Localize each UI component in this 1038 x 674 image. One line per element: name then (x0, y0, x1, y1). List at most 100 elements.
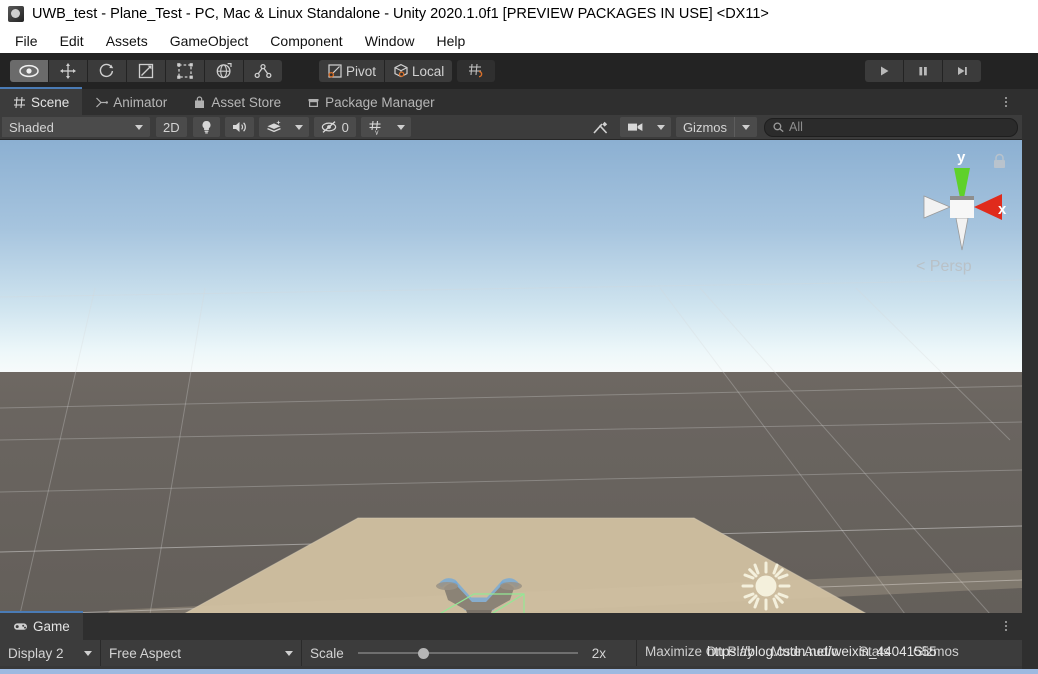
transform-globe-icon (216, 63, 232, 79)
scene-search-placeholder: All (789, 120, 803, 134)
animator-icon (96, 97, 109, 107)
window-title: UWB_test - Plane_Test - PC, Mac & Linux … (32, 6, 769, 22)
play-button[interactable] (865, 60, 903, 82)
transform-tools-group (10, 60, 283, 82)
rotate-tool-button[interactable] (88, 60, 126, 82)
handle-toggle-button[interactable]: Local (385, 60, 453, 82)
gizmos-label: Gizmos (682, 119, 727, 135)
menu-component[interactable]: Component (262, 30, 350, 52)
rect-tool-button[interactable] (166, 60, 204, 82)
grid-snap-button[interactable] (457, 60, 496, 82)
tab-animator[interactable]: Animator (82, 89, 180, 115)
unity-app-icon (8, 6, 24, 22)
draw-mode-label: Shaded (9, 119, 54, 135)
unity-editor-window: UWB_test - Plane_Test - PC, Mac & Linux … (0, 0, 1038, 674)
directional-light-gizmo[interactable] (734, 554, 798, 614)
chevron-down-icon (285, 650, 293, 656)
hand-tool-button[interactable] (10, 60, 48, 82)
play-controls-group (865, 60, 982, 82)
menu-edit[interactable]: Edit (52, 30, 92, 52)
draw-mode-dropdown[interactable]: Shaded (2, 117, 150, 137)
scene-tools-button[interactable] (584, 117, 616, 137)
scene-camera-icon (627, 123, 643, 131)
scale-slider-handle[interactable] (417, 647, 429, 659)
hidden-objects-button[interactable]: 0 (313, 117, 356, 137)
grid-visibility-button[interactable]: y (360, 117, 391, 137)
lighting-toggle-button[interactable] (192, 117, 220, 137)
eye-off-icon (321, 121, 336, 133)
chevron-down-icon (135, 124, 143, 130)
tab-asset-store[interactable]: Asset Store (180, 89, 294, 115)
game-tabstrip: Game (0, 611, 1022, 640)
custom-tool-button[interactable] (244, 60, 282, 82)
audio-toggle-button[interactable] (224, 117, 254, 137)
chevron-down-icon (294, 124, 303, 130)
move-tool-button[interactable] (49, 60, 87, 82)
pivot-label: Pivot (346, 63, 377, 79)
handle-label: Local (412, 63, 445, 79)
projection-label: < Persp (916, 258, 972, 275)
sun-icon (741, 561, 791, 611)
tab-package-manager-label: Package Manager (325, 94, 435, 110)
gizmos-toggle-button[interactable]: Gizmos (675, 117, 734, 137)
display-dropdown[interactable]: Display 2 (0, 640, 101, 666)
title-bar: UWB_test - Plane_Test - PC, Mac & Linux … (0, 0, 1038, 28)
tab-asset-store-label: Asset Store (211, 94, 282, 110)
pivot-toggle-button[interactable]: Pivot (319, 60, 385, 82)
gizmos-dropdown[interactable] (734, 117, 757, 137)
transform-tool-button[interactable] (205, 60, 243, 82)
tab-package-manager[interactable]: Package Manager (294, 89, 448, 115)
scene-camera-button[interactable] (619, 117, 651, 137)
step-icon (958, 67, 967, 75)
scene-panel-menu-button[interactable] (998, 93, 1014, 111)
scale-tool-button[interactable] (127, 60, 165, 82)
scene-grid-icon (14, 96, 25, 108)
pause-button[interactable] (904, 60, 942, 82)
x-axis-label: x (998, 201, 1007, 218)
scene-panel: Scene Animator Asset Store Package Manag… (0, 87, 1022, 614)
custom-tool-icon (254, 63, 272, 79)
gamepad-icon (14, 623, 27, 630)
2d-toggle-button[interactable]: 2D (156, 117, 187, 137)
scene-camera-dropdown[interactable] (650, 117, 671, 137)
grid-dropdown[interactable] (390, 117, 411, 137)
svg-text:y: y (375, 129, 379, 135)
menu-help[interactable]: Help (428, 30, 473, 52)
scene-view-axis-gizmo[interactable]: y x < Persp (902, 146, 1012, 276)
aspect-label: Free Aspect (109, 645, 182, 661)
menu-bar: File Edit Assets GameObject Component Wi… (0, 28, 1038, 54)
menu-assets[interactable]: Assets (98, 30, 156, 52)
local-cube-icon (394, 63, 408, 78)
tab-scene[interactable]: Scene (0, 87, 83, 115)
move-arrows-icon (60, 63, 76, 79)
drone-gameobject[interactable] (414, 560, 544, 614)
scene-view-toolbar: Shaded 2D 0 y Gizmos All (0, 115, 1022, 140)
step-button[interactable] (943, 60, 981, 82)
aspect-dropdown[interactable]: Free Aspect (101, 640, 302, 666)
scene-viewport[interactable]: y x < Persp (0, 140, 1022, 614)
menu-window[interactable]: Window (357, 30, 423, 52)
search-icon (773, 121, 784, 132)
effects-toggle-button[interactable] (258, 117, 289, 137)
rotate-icon (99, 63, 114, 78)
game-toggles-group[interactable]: Maximize On Play Mute Audio Stats Gizmos… (637, 640, 1022, 666)
url-overlay-text: https://blog.csdn.net/weixin_44041555 (707, 644, 937, 659)
scale-slider[interactable] (357, 647, 578, 659)
scene-search-input[interactable]: All (764, 117, 1018, 137)
menu-gameobject[interactable]: GameObject (162, 30, 257, 52)
pivot-icon (328, 64, 342, 78)
bottom-accent-bar (0, 669, 1038, 674)
audio-icon (232, 122, 246, 132)
display-label: Display 2 (8, 645, 64, 661)
game-view-toolbar: Display 2 Free Aspect Scale 2x Maximize … (0, 640, 1022, 666)
hidden-objects-count: 0 (341, 119, 349, 135)
chevron-down-icon (742, 124, 750, 130)
game-panel-menu-button[interactable] (998, 617, 1014, 635)
effects-dropdown[interactable] (288, 117, 309, 137)
scale-slider-group[interactable]: Scale 2x (302, 640, 637, 666)
tab-game[interactable]: Game (0, 611, 83, 640)
menu-file[interactable]: File (7, 30, 46, 52)
tab-animator-label: Animator (113, 94, 168, 110)
package-manager-icon (308, 98, 319, 107)
tab-game-label: Game (33, 619, 70, 634)
